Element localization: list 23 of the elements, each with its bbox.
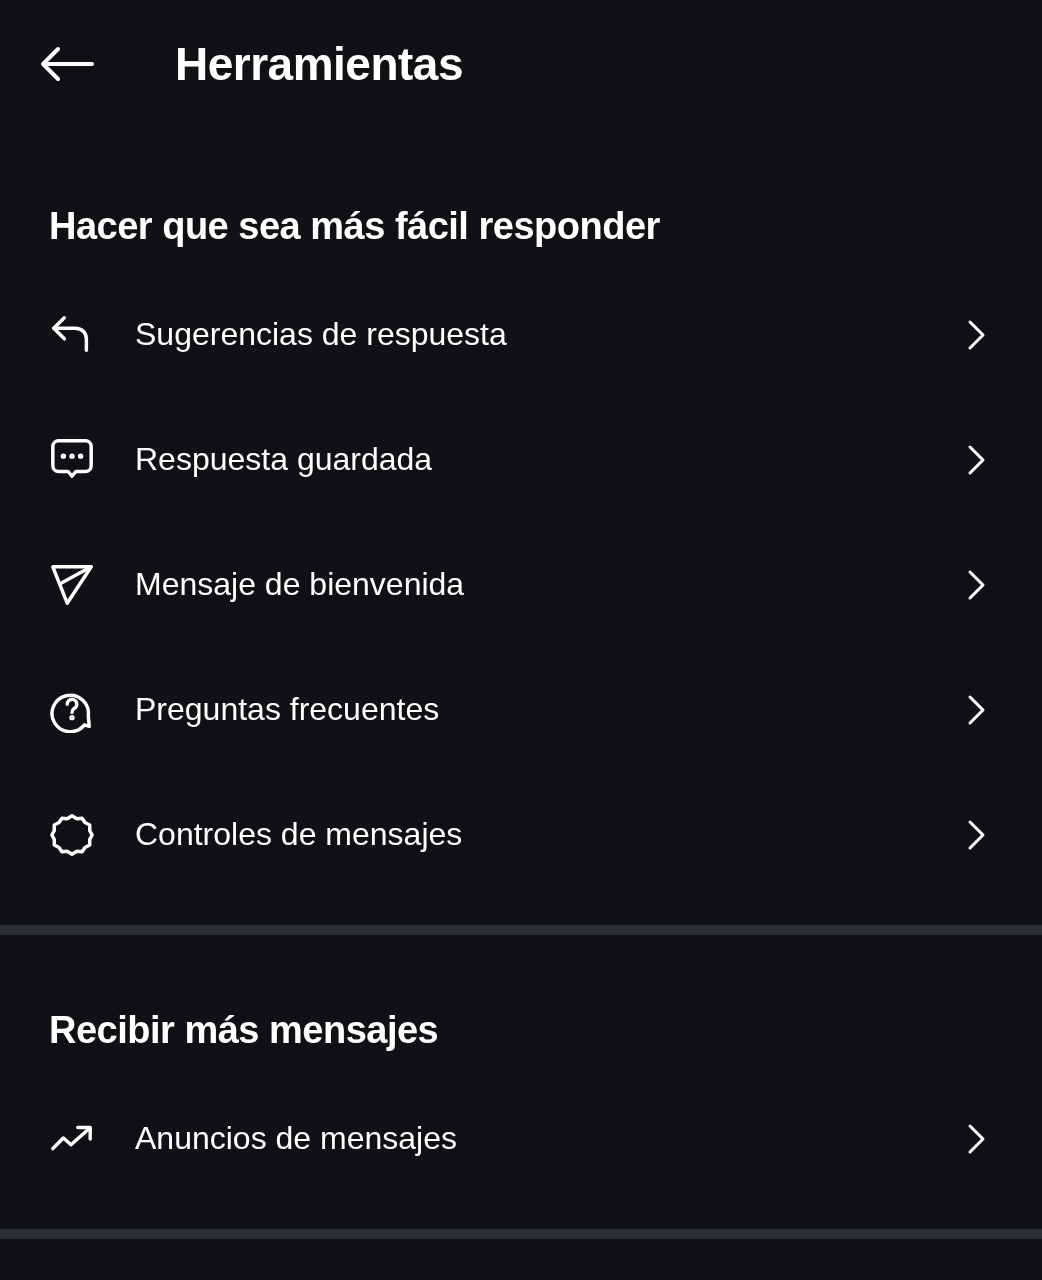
menu-item[interactable]: Mensaje de bienvenida: [0, 522, 1042, 647]
chevron-right-icon: [966, 568, 986, 601]
chevron-right-icon: [966, 1122, 986, 1155]
chevron-right-icon: [966, 318, 986, 351]
item-label: Controles de mensajes: [135, 816, 464, 853]
chevron-right-icon: [966, 443, 986, 476]
page-title: Herramientas: [175, 37, 464, 91]
chevron-right-icon: [966, 693, 986, 726]
back-arrow-icon[interactable]: [40, 46, 94, 82]
menu-item[interactable]: Sugerencias de respuesta: [0, 272, 1042, 397]
item-label: Sugerencias de respuesta: [135, 316, 508, 353]
gear-icon: [49, 811, 95, 858]
menu-item[interactable]: Anuncios de mensajes: [0, 1076, 1042, 1201]
section-heading: Hacer que sea más fácil responder: [49, 206, 661, 246]
menu-item[interactable]: Respuesta guardada: [0, 397, 1042, 522]
chevron-right-icon: [966, 818, 986, 851]
item-label: Preguntas frecuentes: [135, 691, 441, 728]
item-label: Mensaje de bienvenida: [135, 566, 466, 603]
menu-item[interactable]: Controles de mensajes: [0, 772, 1042, 897]
menu-item[interactable]: Preguntas frecuentes: [0, 647, 1042, 772]
section-heading: Recibir más mensajes: [49, 1010, 440, 1050]
item-label: Anuncios de mensajes: [135, 1120, 458, 1157]
item-label: Respuesta guardada: [135, 441, 434, 478]
